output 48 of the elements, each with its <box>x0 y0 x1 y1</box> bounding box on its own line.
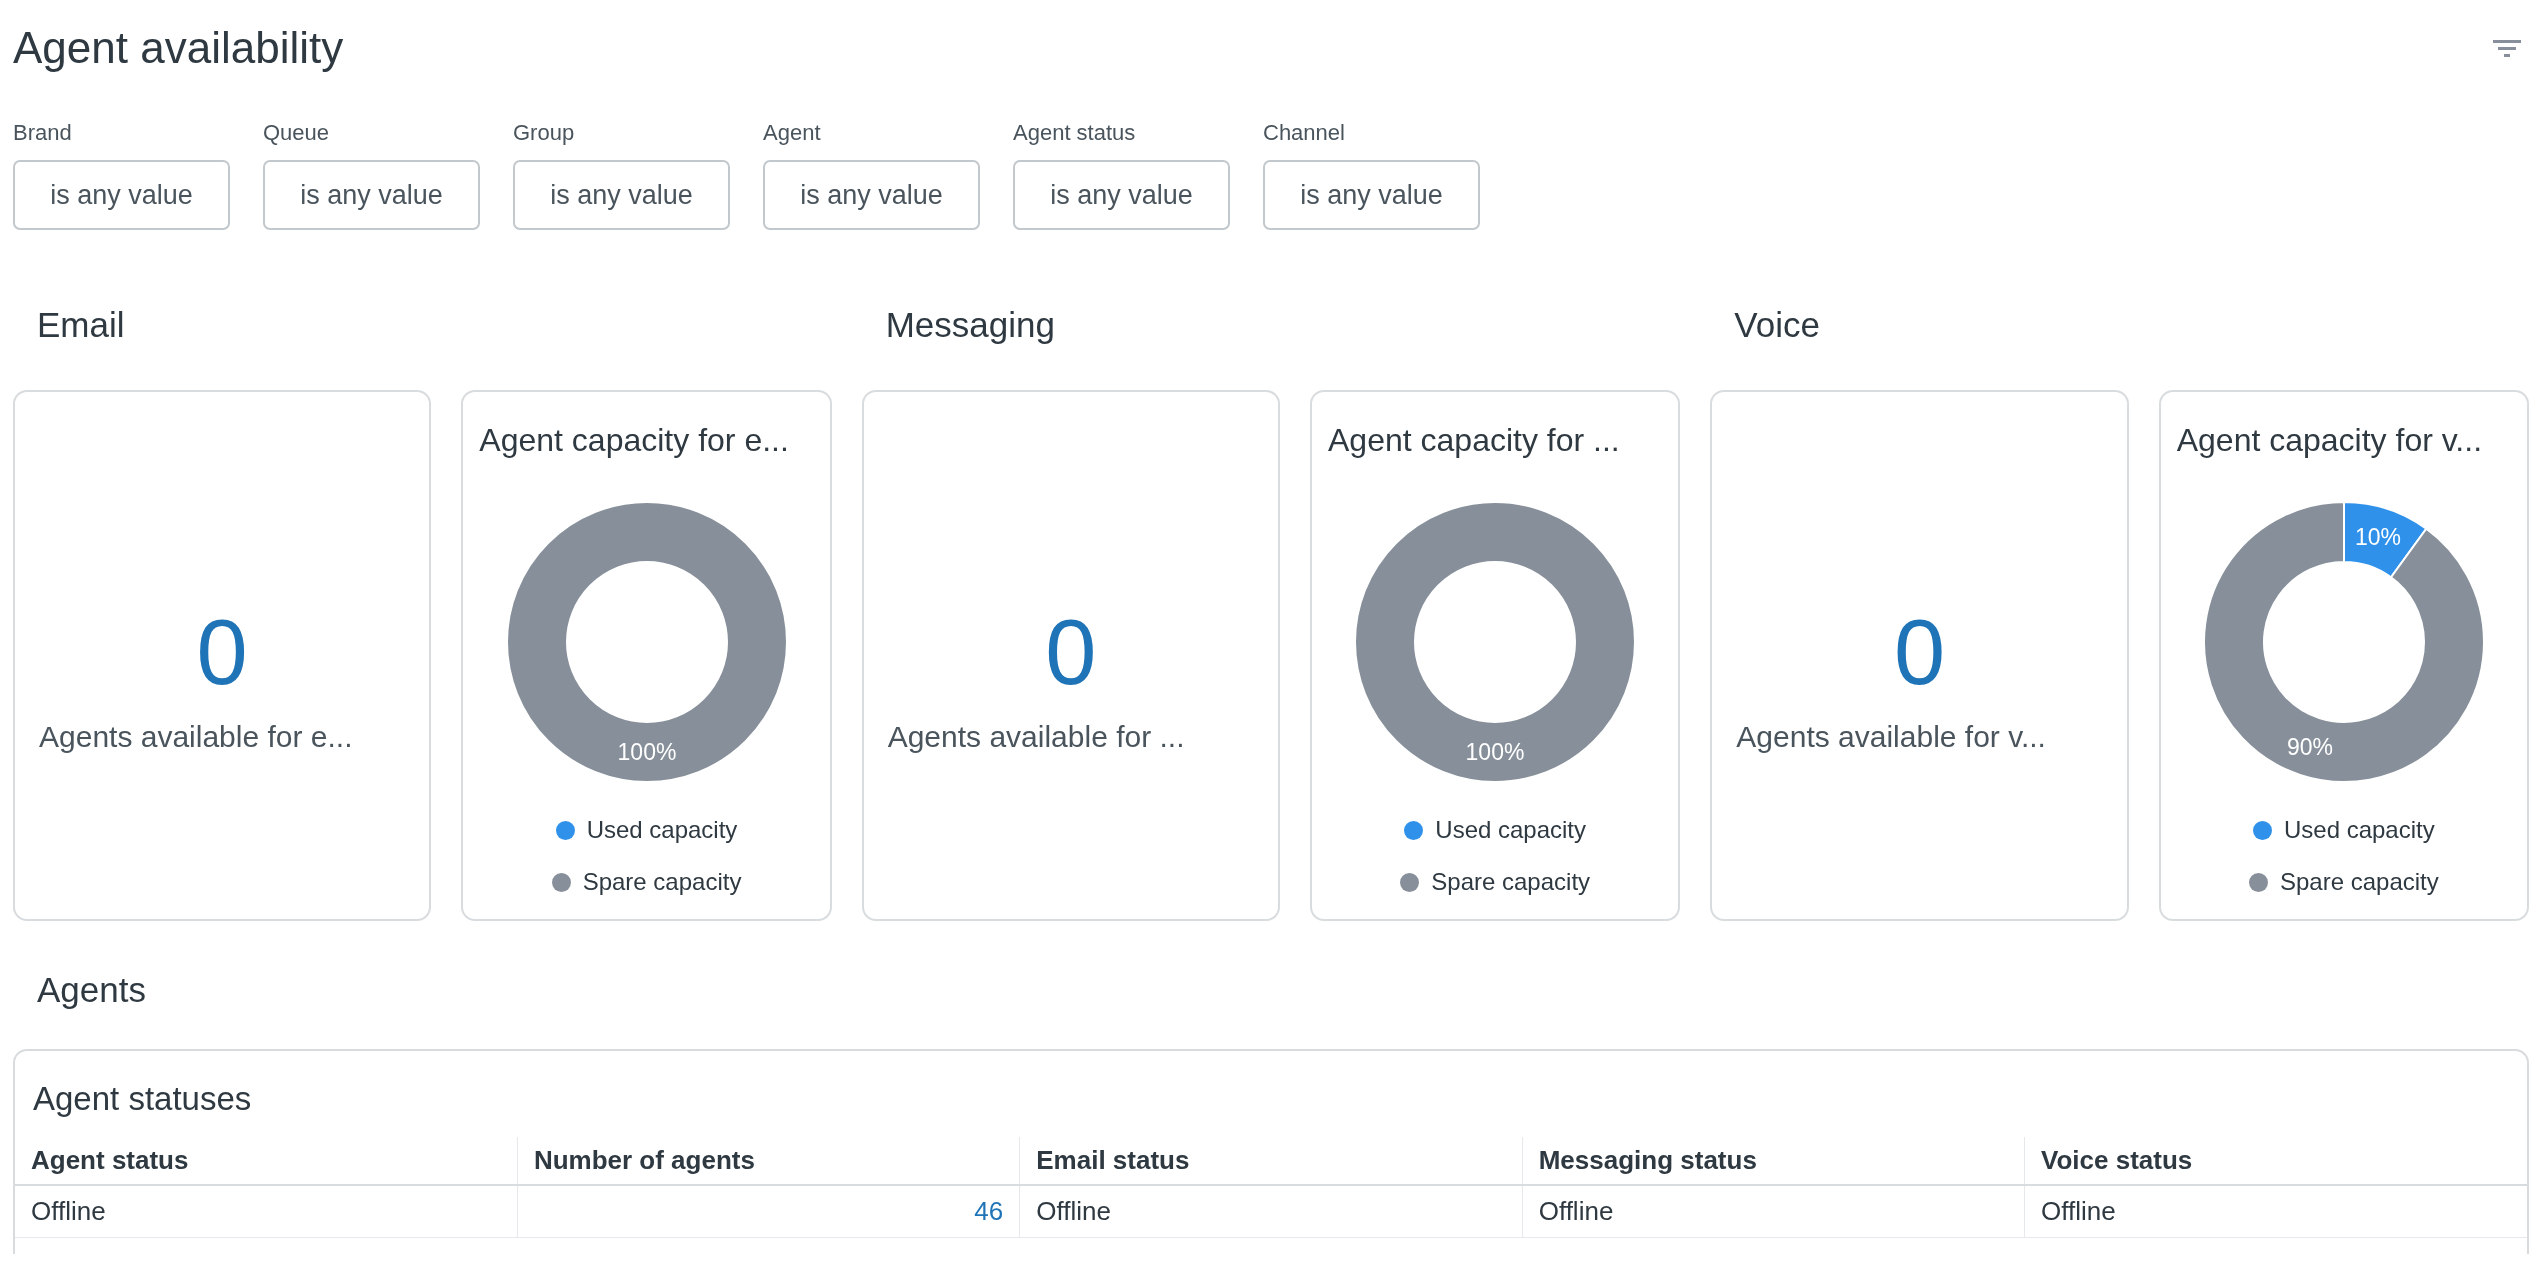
filter-dropdown[interactable]: is any value <box>1263 160 1480 230</box>
filter-label: Brand <box>13 120 73 146</box>
legend-label[interactable]: Spare capacity <box>582 864 742 900</box>
chart-title: Agent capacity for ... <box>1327 421 1620 460</box>
slice-label: 10% <box>2354 524 2401 551</box>
filter-dropdown[interactable]: is any value <box>1013 160 1230 230</box>
legend-label[interactable]: Spare capacity <box>2279 864 2439 900</box>
metric-label: Agents available for ... <box>887 718 1185 755</box>
column-header: Voice status <box>2024 1137 2527 1185</box>
metric-value: 0 <box>1045 599 1097 705</box>
chart-title: Agent capacity for e... <box>478 421 789 460</box>
page-title: Agent availability <box>13 22 344 74</box>
filter-label: Queue <box>263 120 331 146</box>
legend-label[interactable]: Used capacity <box>2283 812 2435 848</box>
section-title: Email <box>37 304 126 346</box>
table-cell: Offline <box>1036 1196 1111 1226</box>
table-title: Agent statuses <box>33 1079 252 1119</box>
agent-count-link[interactable]: 46 <box>974 1196 1004 1226</box>
section-title: Voice <box>1734 304 1821 346</box>
filter-label: Channel <box>1263 120 1346 146</box>
metric-value: 0 <box>196 599 248 705</box>
section-title: Messaging <box>885 304 1056 346</box>
filter-dropdown[interactable]: is any value <box>513 160 730 230</box>
section-title: Agents <box>37 969 147 1011</box>
metric-label: Agents available for e... <box>39 718 353 755</box>
chart-title: Agent capacity for v... <box>2175 421 2482 460</box>
column-header: Messaging status <box>1522 1137 2025 1185</box>
slice-label: 100% <box>617 739 676 765</box>
slice-label: 100% <box>1465 739 1525 765</box>
legend-label[interactable]: Spare capacity <box>1431 864 1591 900</box>
filter-icon[interactable] <box>2493 38 2521 58</box>
slice-label: 90% <box>2286 733 2333 760</box>
filter-label: Group <box>513 120 576 146</box>
table-cell: Offline <box>1538 1196 1614 1226</box>
table-cell: Offline <box>31 1196 106 1226</box>
filter-dropdown[interactable]: is any value <box>13 160 230 230</box>
legend-label[interactable]: Used capacity <box>1435 812 1587 848</box>
filter-dropdown[interactable]: is any value <box>763 160 980 230</box>
filter-label: Agent status <box>1013 120 1137 146</box>
column-header: Email status <box>1019 1137 1523 1185</box>
metric-value: 0 <box>1893 599 1946 705</box>
metric-label: Agents available for v... <box>1736 718 2046 755</box>
legend-label[interactable]: Used capacity <box>586 812 738 848</box>
column-header: Number of agents <box>517 1137 1020 1185</box>
filter-label: Agent <box>763 120 822 146</box>
table-cell: Offline <box>2041 1196 2116 1226</box>
filter-dropdown[interactable]: is any value <box>263 160 480 230</box>
column-header: Agent status <box>15 1137 518 1185</box>
